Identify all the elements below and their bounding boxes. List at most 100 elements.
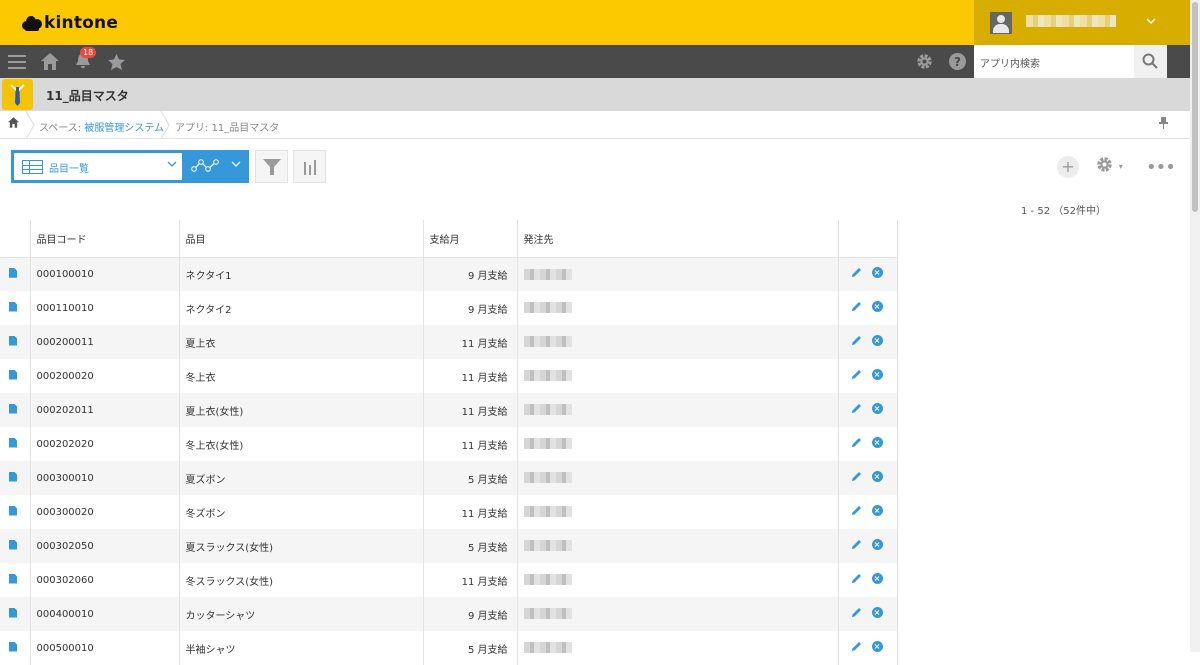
record-detail-icon[interactable] <box>9 471 17 482</box>
row-detail-cell[interactable] <box>0 291 31 325</box>
view-select-dropdown[interactable]: 品目一覧 <box>11 150 185 183</box>
breadcrumb-space-link[interactable]: 被服管理システム <box>84 123 164 134</box>
cell-code: 000200011 <box>30 325 180 359</box>
help-icon[interactable]: ? <box>944 45 970 82</box>
table-row[interactable]: 000100010 ネクタイ1 9 月支給 × <box>0 257 898 291</box>
record-detail-icon[interactable] <box>9 539 17 550</box>
chevron-down-icon[interactable] <box>1146 14 1156 28</box>
record-detail-icon[interactable] <box>9 641 17 652</box>
delete-icon[interactable]: × <box>871 301 883 312</box>
edit-pencil-icon[interactable] <box>851 607 862 618</box>
menu-icon[interactable] <box>4 45 30 82</box>
edit-pencil-icon[interactable] <box>851 437 862 448</box>
app-settings-button[interactable]: ▾ <box>1096 156 1123 178</box>
edit-pencil-icon[interactable] <box>851 641 862 652</box>
delete-icon[interactable]: × <box>871 607 883 618</box>
cell-code: 000302050 <box>30 529 180 563</box>
table-row[interactable]: 000302060 冬スラックス(女性) 11 月支給 × <box>0 563 898 597</box>
app-search-input[interactable]: アプリ内検索 <box>974 45 1134 78</box>
table-row[interactable]: 000110010 ネクタイ2 9 月支給 × <box>0 291 898 325</box>
delete-icon[interactable]: × <box>871 641 883 652</box>
edit-pencil-icon[interactable] <box>851 471 862 482</box>
edit-pencil-icon[interactable] <box>851 369 862 380</box>
delete-icon[interactable]: × <box>871 403 883 414</box>
cell-month: 11 月支給 <box>423 427 518 461</box>
delete-icon[interactable]: × <box>871 539 883 550</box>
column-header-code[interactable]: 品目コード <box>30 220 180 258</box>
edit-pencil-icon[interactable] <box>851 505 862 516</box>
record-detail-icon[interactable] <box>9 403 17 414</box>
settings-gear-icon[interactable] <box>911 45 937 82</box>
cell-item: 半袖シャツ <box>179 631 424 665</box>
record-detail-icon[interactable] <box>9 267 17 278</box>
kintone-logo[interactable]: kintone <box>22 11 118 35</box>
delete-icon[interactable]: × <box>871 505 883 516</box>
pin-icon[interactable] <box>1159 117 1168 132</box>
graph-line-icon <box>191 159 219 172</box>
table-row[interactable]: 000202020 冬上衣(女性) 11 月支給 × <box>0 427 898 461</box>
add-record-button[interactable]: + <box>1057 156 1079 178</box>
logo-text: kintone <box>44 13 119 33</box>
row-detail-cell[interactable] <box>0 325 31 359</box>
column-header-item[interactable]: 品目 <box>179 220 424 258</box>
table-row[interactable]: 000200020 冬上衣 11 月支給 × <box>0 359 898 393</box>
edit-pencil-icon[interactable] <box>851 267 862 278</box>
cell-item: ネクタイ1 <box>179 257 424 291</box>
home-icon[interactable] <box>8 117 19 131</box>
delete-icon[interactable]: × <box>871 335 883 346</box>
graph-menu-button[interactable] <box>185 150 249 183</box>
row-detail-cell[interactable] <box>0 427 31 461</box>
cell-supplier <box>517 597 839 631</box>
table-row[interactable]: 000200011 夏上衣 11 月支給 × <box>0 325 898 359</box>
delete-icon[interactable]: × <box>871 573 883 584</box>
record-detail-icon[interactable] <box>9 369 17 380</box>
delete-icon[interactable]: × <box>871 369 883 380</box>
table-row[interactable]: 000202011 夏上衣(女性) 11 月支給 × <box>0 393 898 427</box>
delete-icon[interactable]: × <box>871 437 883 448</box>
record-detail-icon[interactable] <box>9 301 17 312</box>
edit-pencil-icon[interactable] <box>851 301 862 312</box>
record-detail-icon[interactable] <box>9 573 17 584</box>
edit-pencil-icon[interactable] <box>851 539 862 550</box>
table-row[interactable]: 000300020 冬ズボン 11 月支給 × <box>0 495 898 529</box>
row-detail-cell[interactable] <box>0 257 31 291</box>
row-detail-cell[interactable] <box>0 461 31 495</box>
search-button[interactable] <box>1134 45 1167 78</box>
delete-icon[interactable]: × <box>871 267 883 279</box>
record-detail-icon[interactable] <box>9 335 17 346</box>
cell-item: カッターシャツ <box>179 597 424 631</box>
table-row[interactable]: 000500010 半袖シャツ 5 月支給 × <box>0 631 898 665</box>
row-detail-cell[interactable] <box>0 393 31 427</box>
row-detail-cell[interactable] <box>0 597 31 631</box>
user-menu[interactable] <box>974 0 1190 45</box>
vertical-scrollbar[interactable] <box>1190 0 1200 652</box>
row-detail-cell[interactable] <box>0 631 31 665</box>
cell-month: 11 月支給 <box>423 495 518 529</box>
more-options-icon[interactable]: ••• <box>1146 157 1176 178</box>
record-detail-icon[interactable] <box>9 437 17 448</box>
supplier-redacted <box>523 336 572 348</box>
table-row[interactable]: 000300010 夏ズボン 5 月支給 × <box>0 461 898 495</box>
table-row[interactable]: 000400010 カッターシャツ 9 月支給 × <box>0 597 898 631</box>
table-row[interactable]: 000302050 夏スラックス(女性) 5 月支給 × <box>0 529 898 563</box>
home-icon[interactable] <box>37 45 63 82</box>
column-header-month[interactable]: 支給月 <box>423 220 518 258</box>
edit-pencil-icon[interactable] <box>851 573 862 584</box>
row-detail-cell[interactable] <box>0 359 31 393</box>
filter-button[interactable] <box>255 150 288 183</box>
delete-icon[interactable]: × <box>871 471 883 482</box>
cell-code: 000202020 <box>30 427 180 461</box>
record-detail-icon[interactable] <box>9 505 17 516</box>
scrollbar-thumb[interactable] <box>1192 2 1198 212</box>
row-detail-cell[interactable] <box>0 529 31 563</box>
row-detail-cell[interactable] <box>0 563 31 597</box>
column-header-supplier[interactable]: 発注先 <box>517 220 839 258</box>
graph-button[interactable] <box>293 150 326 183</box>
edit-pencil-icon[interactable] <box>851 335 862 346</box>
pagination-count: 1 - 52 （52件中） <box>1021 206 1106 217</box>
row-actions-cell: × <box>838 291 898 325</box>
star-favorites-icon[interactable] <box>103 45 129 82</box>
edit-pencil-icon[interactable] <box>851 403 862 414</box>
record-detail-icon[interactable] <box>9 607 17 618</box>
row-detail-cell[interactable] <box>0 495 31 529</box>
